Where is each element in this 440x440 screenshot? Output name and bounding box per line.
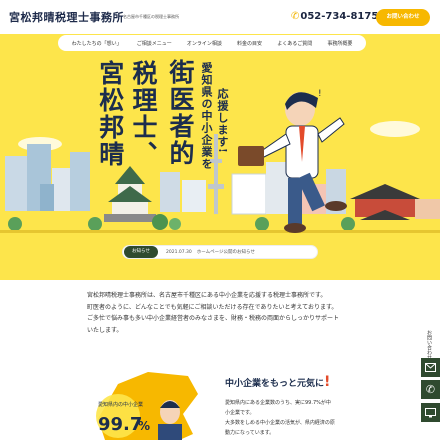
hero-name: 宮松邦晴 — [95, 60, 125, 168]
hero-catch-line1: 愛知県の中小企業を — [200, 62, 213, 170]
side-mail-button[interactable] — [421, 358, 440, 377]
sme-heading: 中小企業をもっと元気に! — [225, 374, 330, 390]
svg-text:!: ! — [318, 89, 322, 99]
intro-line: いたします。 — [87, 326, 123, 334]
intro-line: 宮松邦晴税理士事務所は、名古屋市千種区にある中小企業を応援する税理士事務所です。 — [87, 292, 327, 299]
monitor-icon — [425, 407, 436, 417]
sme-line: 小企業です。 — [225, 410, 255, 416]
sme-heading-text: 中小企業をもっと元気に — [225, 379, 325, 389]
sme-line: 愛知県内にある企業数のうち、実に99.7%が中 — [225, 400, 331, 406]
nav-item-menu[interactable]: ご相談メニュー — [137, 40, 172, 47]
nav-item-philosophy[interactable]: わたしたちの「想い」 — [72, 40, 122, 47]
site-subtitle: 名古屋市千種区の税理士事務所 — [123, 14, 179, 19]
hero-section: ! わたしたちの「想い」 ご相談メニュー オンライン相談 料金の目安 よくあるご… — [0, 34, 440, 280]
phone-icon: ✆ — [425, 383, 436, 396]
notice-date: 2021.07.30 — [166, 249, 192, 255]
nav-item-faq[interactable]: よくあるご質問 — [277, 40, 312, 47]
mail-icon — [425, 363, 436, 372]
phone-link[interactable]: ✆052-734-8175 — [291, 11, 378, 22]
intro-line: 町医者のように、どんなことでも気軽にご相談いただける存在でありたいと考えておりま… — [87, 303, 338, 311]
sme-heading-exclaim: ! — [324, 374, 331, 390]
site-header: 宮松邦晴税理士事務所 名古屋市千種区の税理士事務所 ✆052-734-8175 … — [0, 0, 440, 34]
phone-icon: ✆ — [291, 11, 300, 22]
notice-bar[interactable]: お知らせ 2021.07.30 ホームページ公開のお知らせ — [122, 245, 318, 259]
sme-section: 愛知県内の中小企業 99.7 % 中小企業をもっと元気に! 愛知県内にある企業数… — [0, 350, 440, 440]
phone-number: 052-734-8175 — [300, 11, 379, 22]
notice-label: お知らせ — [124, 246, 158, 258]
hero-title-line2: 税理士、 — [129, 60, 158, 168]
nav-item-fees[interactable]: 料金の目安 — [237, 40, 262, 47]
badge-label: 愛知県内の中小企業 — [98, 401, 143, 408]
intro-line: ご多忙で悩み事も多い中小企業経営者のみなさまを、財務・税務の両面からしっかりサポ… — [87, 315, 340, 322]
sme-line: 大多数をしめる中小企業の活気が、県内経済の原 — [225, 420, 335, 426]
nav-item-about[interactable]: 事務所概要 — [327, 40, 352, 47]
city-illustration: ! — [0, 89, 440, 233]
intro-text: 宮松邦晴税理士事務所は、名古屋市千種区にある中小企業を応援する税理士事務所です。… — [87, 290, 367, 336]
badge-unit: % — [138, 419, 150, 433]
hero-catch-line2: 応援します! — [216, 88, 229, 154]
nav-item-online[interactable]: オンライン相談 — [187, 40, 222, 47]
hero-title-line1: 街医者的 — [166, 59, 195, 167]
main-nav: わたしたちの「想い」 ご相談メニュー オンライン相談 料金の目安 よくあるご質問… — [58, 35, 366, 51]
contact-button[interactable]: お問い合わせ — [376, 9, 430, 26]
badge-value: 99.7 — [98, 414, 142, 435]
sme-body: 愛知県内にある企業数のうち、実に99.7%が中 小企業です。 大多数をしめる中小… — [225, 398, 365, 438]
sme-line: 動力になっています。 — [225, 430, 275, 436]
side-phone-button[interactable]: ✆ — [421, 380, 440, 399]
side-contact-label: お問い合わせ — [426, 330, 432, 360]
site-title[interactable]: 宮松邦晴税理士事務所 — [9, 9, 124, 25]
notice-text[interactable]: ホームページ公開のお知らせ — [197, 249, 255, 255]
side-online-button[interactable] — [421, 403, 440, 422]
